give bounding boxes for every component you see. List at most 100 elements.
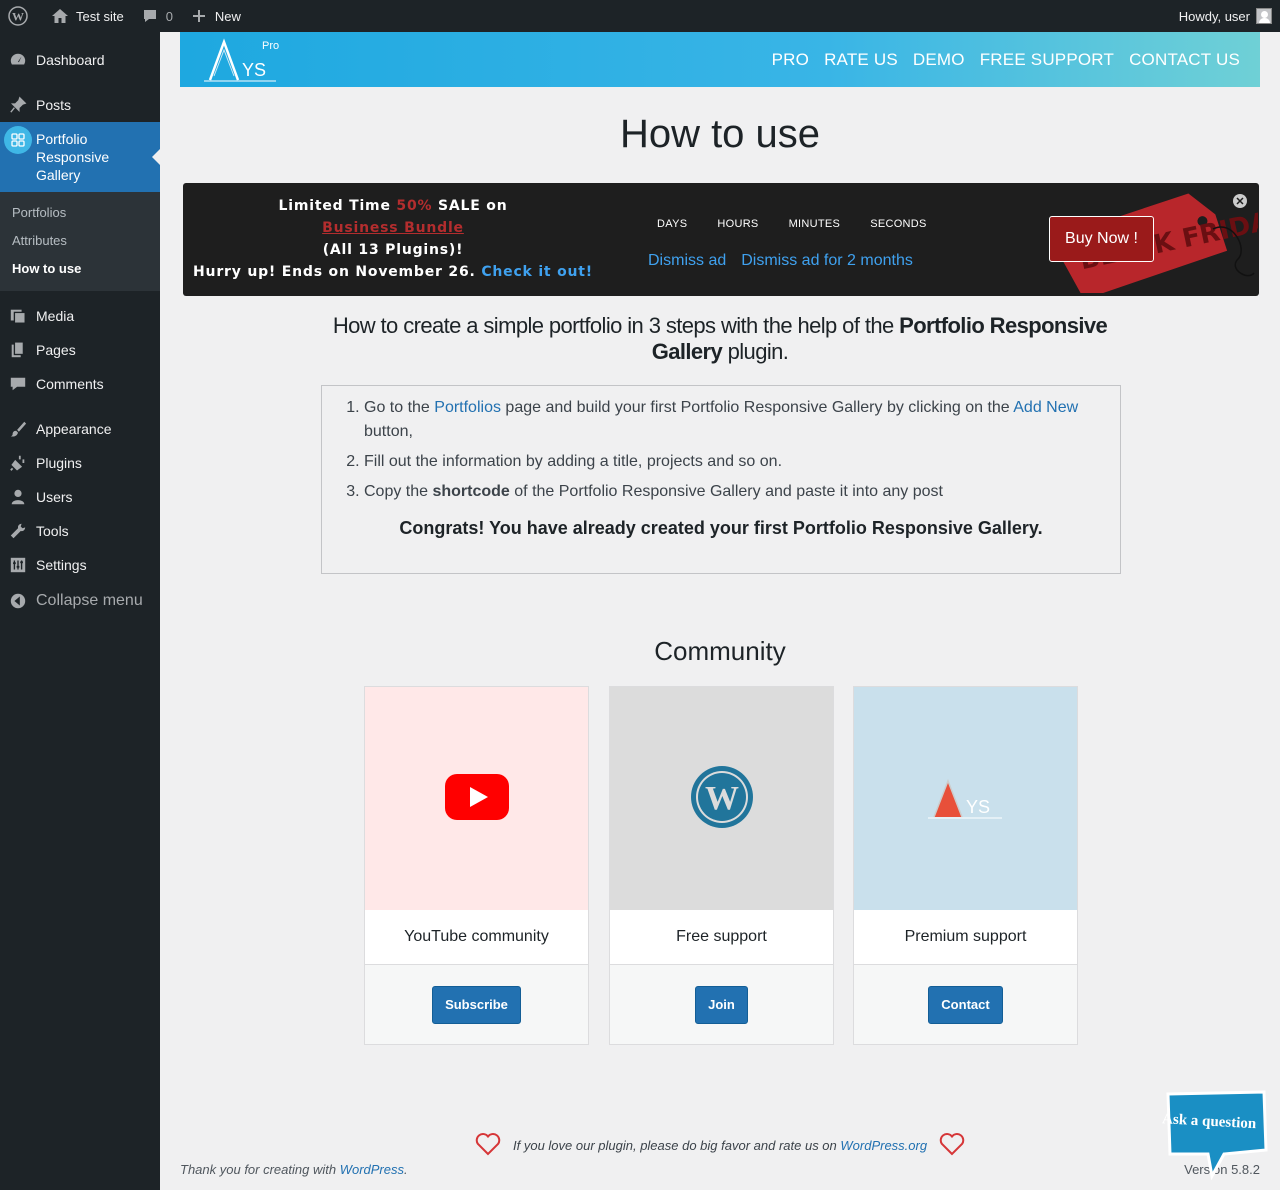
sidebar-item-comments[interactable]: Comments xyxy=(0,367,160,401)
submenu-attributes[interactable]: Attributes xyxy=(0,227,160,255)
comment-bubble-icon xyxy=(140,6,160,26)
sidebar-item-plugins[interactable]: Plugins xyxy=(0,446,160,480)
footer-period: . xyxy=(404,1162,408,1177)
comments-link[interactable]: 0 xyxy=(132,0,181,32)
youtube-icon xyxy=(444,774,509,823)
pro-badge: Pro xyxy=(262,40,280,52)
countdown-seconds: SECONDS xyxy=(870,218,927,230)
check-it-out-link[interactable]: Check it out! xyxy=(481,264,593,280)
nav-free-support[interactable]: FREE SUPPORT xyxy=(980,50,1114,70)
rate-us-text: If you love our plugin, please do big fa… xyxy=(513,1138,841,1153)
free-support-card-image: W xyxy=(610,687,833,910)
site-name: Test site xyxy=(76,8,124,24)
plugin-nav: PRO RATE US DEMO FREE SUPPORT CONTACT US xyxy=(772,50,1240,70)
dismiss-ad-2-months-link[interactable]: Dismiss ad for 2 months xyxy=(741,252,913,270)
sidebar-item-media[interactable]: Media xyxy=(0,299,160,333)
comments-count: 0 xyxy=(165,8,173,24)
nav-pro[interactable]: PRO xyxy=(772,50,809,70)
sidebar-item-users[interactable]: Users xyxy=(0,480,160,514)
shortcode-word: shortcode xyxy=(432,483,510,500)
nav-rate-us[interactable]: RATE US xyxy=(824,50,898,70)
wordpress-org-link[interactable]: WordPress.org xyxy=(840,1138,927,1153)
user-icon xyxy=(8,487,28,507)
card-title: Premium support xyxy=(854,910,1077,965)
sidebar-item-tools[interactable]: Tools xyxy=(0,514,160,548)
nav-demo[interactable]: DEMO xyxy=(913,50,965,70)
steps-list: Go to the Portfolios page and build your… xyxy=(364,396,1080,504)
media-icon xyxy=(8,306,28,326)
sidebar-item-pages[interactable]: Pages xyxy=(0,333,160,367)
community-title: Community xyxy=(654,636,786,666)
main-content: YS Pro PRO RATE US DEMO FREE SUPPORT CON… xyxy=(180,32,1260,1177)
card-footer: Contact xyxy=(854,965,1077,1044)
plus-icon xyxy=(189,6,209,26)
sidebar-item-appearance[interactable]: Appearance xyxy=(0,412,160,446)
svg-text:W: W xyxy=(12,10,24,24)
collapse-menu-button[interactable]: Collapse menu xyxy=(0,582,160,620)
step-3-text-end: of the Portfolio Responsive Gallery and … xyxy=(509,483,943,500)
add-new-link[interactable]: Add New xyxy=(1013,399,1078,416)
countdown-minutes: MINUTES xyxy=(788,218,841,230)
buy-now-button[interactable]: Buy Now ! xyxy=(1049,216,1154,262)
sidebar-item-label: Pages xyxy=(36,342,76,358)
pin-icon xyxy=(8,95,28,115)
howto-heading: How to create a simple portfolio in 3 st… xyxy=(330,313,1110,365)
page-title: How to use xyxy=(619,112,821,156)
sidebar-item-label: Tools xyxy=(36,523,69,539)
wordpress-link[interactable]: WordPress xyxy=(340,1162,404,1177)
step-1: Go to the Portfolios page and build your… xyxy=(364,396,1080,444)
sale-line4: Hurry up! Ends on November 26. xyxy=(193,264,482,280)
youtube-card: YouTube community Subscribe xyxy=(364,686,589,1045)
submenu-how-to-use[interactable]: How to use xyxy=(0,255,160,283)
contact-button[interactable]: Contact xyxy=(928,985,1003,1024)
sale-line3: (All 13 Plugins)! xyxy=(322,242,464,258)
sidebar-item-portfolio-gallery[interactable]: Portfolio Responsive Gallery xyxy=(0,122,160,192)
gallery-icon xyxy=(4,126,32,154)
nav-contact-us[interactable]: CONTACT US xyxy=(1129,50,1240,70)
sidebar-item-dashboard[interactable]: Dashboard xyxy=(0,43,160,77)
sidebar-item-label: Portfolio Responsive Gallery xyxy=(36,131,110,183)
plugin-icon xyxy=(8,453,28,473)
sidebar-item-label: Media xyxy=(36,308,75,324)
business-bundle-link[interactable]: Business Bundle xyxy=(322,220,464,236)
youtube-card-image xyxy=(365,687,588,910)
sidebar-item-label: Posts xyxy=(36,97,72,113)
site-name-link[interactable]: Test site xyxy=(42,0,132,32)
rate-us-line: If you love our plugin, please do big fa… xyxy=(475,1132,965,1159)
steps-box: Go to the Portfolios page and build your… xyxy=(321,385,1121,574)
plugin-header: YS Pro PRO RATE US DEMO FREE SUPPORT CON… xyxy=(180,32,1260,87)
brush-icon xyxy=(8,419,28,439)
countdown: DAYS HOURS MINUTES SECONDS xyxy=(657,218,927,230)
wp-logo-menu[interactable]: W xyxy=(0,0,42,32)
sale-percent: 50% xyxy=(396,198,433,214)
countdown-hours: HOURS xyxy=(717,218,759,230)
pages-icon xyxy=(8,340,28,360)
footer-thanks: Thank you for creating with WordPress. xyxy=(180,1162,408,1177)
sidebar-item-label: Settings xyxy=(36,557,87,573)
sidebar-item-posts[interactable]: Posts xyxy=(0,88,160,122)
portfolios-link[interactable]: Portfolios xyxy=(434,399,501,416)
step-2: Fill out the information by adding a tit… xyxy=(364,450,1080,474)
admin-bar: W Test site 0 New Howdy, user xyxy=(0,0,1280,32)
sidebar-item-label: Plugins xyxy=(36,455,82,471)
subscribe-button[interactable]: Subscribe xyxy=(432,985,521,1024)
my-account[interactable]: Howdy, user xyxy=(1179,8,1280,24)
submenu-portfolios[interactable]: Portfolios xyxy=(0,199,160,227)
close-icon[interactable]: ✕ xyxy=(1233,194,1247,208)
ask-question-bubble[interactable]: Ask a question xyxy=(1160,1088,1270,1181)
collapse-label: Collapse menu xyxy=(36,592,143,609)
wordpress-logo-icon: W xyxy=(690,765,754,832)
dismiss-ad-link[interactable]: Dismiss ad xyxy=(648,252,726,270)
howto-heading-text: How to create a simple portfolio in 3 st… xyxy=(332,313,900,338)
sale-line1: Limited Time xyxy=(278,198,397,214)
sidebar-item-settings[interactable]: Settings xyxy=(0,548,160,582)
new-content-link[interactable]: New xyxy=(181,0,249,32)
ays-logo-icon: YS xyxy=(927,773,1004,824)
card-footer: Subscribe xyxy=(365,965,588,1044)
countdown-days: DAYS xyxy=(657,218,688,230)
step-1-text: Go to the xyxy=(364,399,435,416)
svg-text:YS: YS xyxy=(966,797,990,817)
sale-banner: Limited Time 50% SALE on Business Bundle… xyxy=(183,183,1259,296)
join-button[interactable]: Join xyxy=(695,985,748,1024)
heart-icon xyxy=(939,1132,965,1159)
